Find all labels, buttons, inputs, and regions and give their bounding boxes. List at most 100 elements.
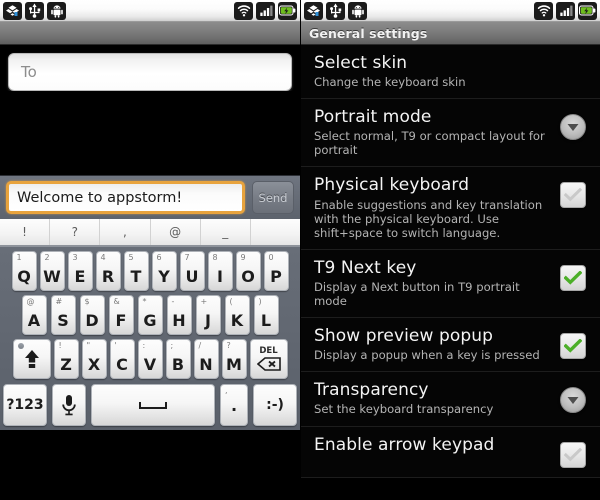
settings-title-bar: General settings	[301, 22, 600, 45]
keyboard-row-1: 1Q 2W 3E 4R 5T 6Y 7U 8I 9O 0P	[0, 247, 300, 291]
key-v[interactable]: :V	[137, 339, 163, 379]
setting-subtitle: Display a popup when a key is pressed	[314, 348, 540, 363]
battery-charging-icon	[578, 1, 597, 20]
key-d[interactable]: $ D	[79, 295, 105, 335]
shift-arrow-icon	[24, 350, 39, 368]
check-icon	[564, 339, 582, 353]
keyboard-row-3: ! Z " X ' C :V ; B / N ? M DEL	[0, 335, 300, 379]
key-u-label: U	[185, 267, 199, 286]
suggestion-key-2[interactable]: ,	[100, 219, 151, 245]
key-r-superscript: 4	[100, 253, 106, 262]
key-i[interactable]: 8I	[207, 251, 233, 291]
key-r-label: R	[101, 267, 115, 286]
setting-title: Select skin	[314, 53, 408, 73]
setting-row-enable-arrow-keypad[interactable]: Enable arrow keypad	[301, 426, 600, 478]
checkbox-unchecked[interactable]	[560, 182, 586, 209]
key-h[interactable]: -H	[166, 295, 192, 335]
key-r[interactable]: 4R	[95, 251, 121, 291]
key-o[interactable]: 9O	[235, 251, 261, 291]
setting-row-portrait-mode[interactable]: Portrait mode Select normal, T9 or compa…	[301, 99, 600, 168]
key-n[interactable]: / N	[193, 339, 219, 379]
key-q[interactable]: 1Q	[11, 251, 37, 291]
key-m[interactable]: ? M	[221, 339, 247, 379]
settings-list[interactable]: Select skin Change the keyboard skin Por…	[301, 45, 600, 500]
setting-row-physical-keyboard[interactable]: Physical keyboard Enable suggestions and…	[301, 167, 600, 250]
key-e[interactable]: 3E	[67, 251, 93, 291]
key-l-superscript: )	[258, 297, 262, 306]
voice-input-key[interactable]	[52, 384, 86, 426]
setting-control-none	[556, 54, 590, 60]
chevron-down-icon[interactable]	[560, 387, 586, 414]
key-k[interactable]: (K	[224, 295, 250, 335]
key-k-superscript: (	[229, 297, 233, 306]
right-phone-panel: General settings Select skin Change the …	[300, 0, 600, 500]
to-field[interactable]: To	[8, 53, 292, 91]
key-s-superscript: #	[55, 297, 63, 306]
key-m-superscript: ?	[226, 341, 231, 350]
key-y[interactable]: 6Y	[151, 251, 177, 291]
key-a[interactable]: @ A	[21, 295, 47, 335]
on-screen-keyboard: ! ? , @ _ 1Q 2W 3E 4R 5T 6Y 7U 8I 9O 0P …	[0, 219, 300, 430]
send-bar: Welcome to appstorm! Send	[0, 175, 300, 219]
key-j-superscript: +	[200, 297, 208, 306]
key-h-superscript: -	[171, 297, 175, 306]
check-icon	[564, 447, 582, 461]
shift-key[interactable]	[12, 339, 51, 379]
key-l[interactable]: ) L	[253, 295, 279, 335]
setting-row-show-preview-popup[interactable]: Show preview popup Display a popup when …	[301, 318, 600, 373]
key-f[interactable]: & F	[108, 295, 134, 335]
check-icon	[564, 188, 582, 202]
key-x-superscript: "	[86, 341, 91, 350]
period-key-label: .	[230, 395, 238, 415]
key-b[interactable]: ; B	[165, 339, 191, 379]
setting-row-t9-next-key[interactable]: T9 Next key Display a Next button in T9 …	[301, 249, 600, 319]
key-x[interactable]: " X	[81, 339, 107, 379]
setting-title: T9 Next key	[314, 257, 417, 278]
suggestion-key-1[interactable]: ?	[50, 219, 101, 245]
checkbox-unchecked[interactable]	[560, 441, 586, 468]
setting-subtitle: Display a Next button in T9 portrait mod…	[314, 279, 520, 309]
setting-text-block: Enable arrow keypad	[314, 434, 556, 457]
setting-title: Enable arrow keypad	[314, 434, 495, 455]
setting-text-block: Transparency Set the keyboard transparen…	[314, 381, 556, 417]
suggestion-key-3[interactable]: @	[151, 219, 201, 245]
cellular-signal-icon	[556, 1, 575, 20]
setting-subtitle: Set the keyboard transparency	[314, 402, 494, 417]
key-c[interactable]: ' C	[109, 339, 135, 379]
emoticon-key[interactable]: :-)	[253, 384, 297, 426]
suggestion-key-5[interactable]	[251, 219, 300, 245]
checkbox-checked[interactable]	[560, 264, 586, 291]
setting-row-transparency[interactable]: Transparency Set the keyboard transparen…	[301, 372, 600, 427]
key-g[interactable]: * G	[137, 295, 163, 335]
checkbox-checked[interactable]	[560, 333, 586, 360]
chevron-down-icon[interactable]	[560, 114, 586, 141]
message-input[interactable]: Welcome to appstorm!	[6, 181, 245, 214]
key-z[interactable]: ! Z	[53, 339, 79, 379]
key-f-label: F	[115, 311, 127, 330]
key-j[interactable]: + J	[195, 295, 221, 335]
android-robot-icon	[47, 1, 66, 20]
key-p[interactable]: 0P	[263, 251, 289, 291]
key-t[interactable]: 5T	[123, 251, 149, 291]
key-p-superscript: 0	[268, 253, 274, 262]
setting-control	[556, 327, 590, 360]
key-s[interactable]: # S	[50, 295, 76, 335]
key-a-label: A	[27, 311, 41, 330]
key-z-label: Z	[60, 355, 72, 374]
shift-lock-indicator-icon	[17, 343, 24, 349]
delete-key[interactable]: DEL	[249, 339, 288, 379]
key-n-label: N	[199, 355, 213, 374]
microphone-icon	[62, 395, 76, 416]
suggestion-key-0[interactable]: !	[0, 219, 51, 245]
send-button[interactable]: Send	[252, 181, 294, 214]
message-thread-area	[0, 91, 300, 175]
space-key[interactable]	[91, 384, 215, 426]
setting-row-select-skin[interactable]: Select skin Change the keyboard skin	[301, 45, 600, 100]
key-e-label: E	[74, 267, 86, 286]
symbols-key[interactable]: ?123	[3, 384, 47, 426]
key-w[interactable]: 2W	[39, 251, 65, 291]
android-robot-icon	[348, 1, 367, 20]
key-u[interactable]: 7U	[179, 251, 205, 291]
period-key[interactable]: , .	[220, 384, 248, 426]
suggestion-key-4[interactable]: _	[201, 219, 251, 245]
